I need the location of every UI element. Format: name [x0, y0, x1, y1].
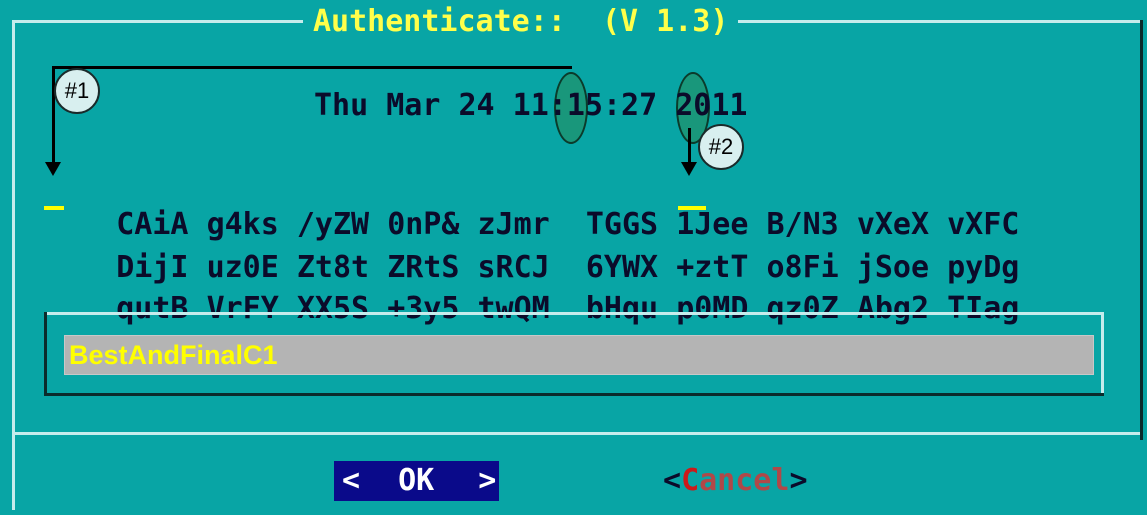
ok-label: OK — [398, 463, 435, 498]
arrow-1-vertical — [52, 66, 55, 166]
input-frame-bottom — [44, 393, 1104, 396]
frame-left-border — [12, 20, 15, 510]
ok-right-bracket: > — [478, 463, 497, 498]
ok-left-bracket: < — [342, 463, 361, 498]
frame-right-border — [1140, 20, 1143, 440]
annotation-marker-1: #1 — [54, 68, 100, 114]
authenticate-dialog: Authenticate:: (V 1.3) #1 Thu Mar 24 11:… — [0, 0, 1147, 515]
cancel-close-bracket: > — [789, 463, 808, 498]
dialog-title: Authenticate:: (V 1.3) — [303, 2, 739, 42]
ok-button[interactable]: < OK > — [334, 461, 499, 501]
annotation-marker-2: #2 — [698, 124, 744, 170]
password-input[interactable] — [64, 335, 1094, 375]
frame-separator — [12, 432, 1142, 435]
cancel-hotkey: C — [681, 463, 700, 498]
input-frame-left — [44, 312, 47, 396]
underline-marker-1 — [44, 206, 64, 210]
input-frame-right — [1101, 312, 1104, 396]
datetime-display: Thu Mar 24 11:15:27 2011 — [314, 88, 748, 123]
cancel-button[interactable]: < Cance l > — [663, 461, 833, 501]
underline-marker-2 — [678, 206, 706, 210]
cancel-label-end: l — [771, 463, 790, 498]
cancel-open-bracket: < — [663, 463, 682, 498]
arrow-1-horizontal — [52, 66, 572, 69]
input-frame-top — [44, 312, 1104, 315]
cancel-label: ance — [699, 463, 772, 498]
